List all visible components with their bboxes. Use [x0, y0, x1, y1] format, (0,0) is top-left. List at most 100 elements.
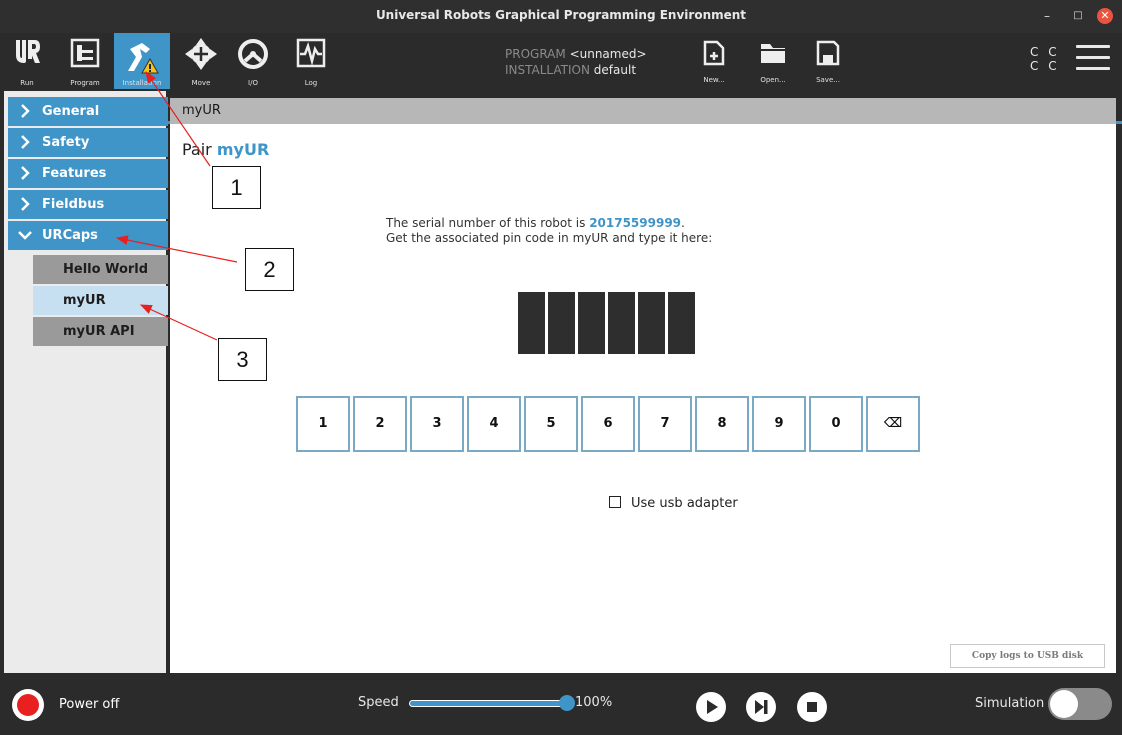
- chevron-right-icon: [21, 135, 30, 149]
- maximize-button[interactable]: □: [1070, 8, 1086, 24]
- sidebar-item-general[interactable]: General: [8, 97, 168, 126]
- sidebar-item-features[interactable]: Features: [8, 159, 168, 188]
- run-tab[interactable]: Run: [6, 33, 48, 89]
- pin-digit-box[interactable]: [548, 292, 575, 354]
- open-button[interactable]: Open...: [753, 36, 793, 86]
- bottom-bar: Power off Speed 100% Simulation: [0, 673, 1122, 735]
- power-button[interactable]: [12, 689, 44, 721]
- close-button[interactable]: ✕: [1097, 8, 1113, 24]
- sidebar-subitem-myur[interactable]: myUR: [33, 286, 168, 315]
- new-button[interactable]: New...: [694, 36, 734, 86]
- new-file-icon: [703, 40, 725, 66]
- copy-logs-button[interactable]: Copy logs to USB disk: [950, 644, 1105, 668]
- key-0[interactable]: 0: [809, 396, 863, 452]
- serial-prefix: The serial number of this robot is: [386, 216, 586, 230]
- log-waveform-icon: [296, 38, 326, 68]
- sidebar-item-label: General: [42, 104, 100, 119]
- program-tab[interactable]: Program: [60, 33, 110, 89]
- move-tab-label: Move: [191, 79, 211, 87]
- move-arrows-icon: [185, 38, 217, 70]
- pin-digit-box[interactable]: [608, 292, 635, 354]
- sidebar-item-label: URCaps: [42, 228, 98, 243]
- open-folder-icon: [761, 44, 785, 63]
- sidebar-item-urcaps[interactable]: URCaps: [8, 221, 168, 250]
- pair-title: Pair myUR: [182, 140, 269, 159]
- chevron-down-icon: [18, 231, 32, 240]
- sidebar-item-fieldbus[interactable]: Fieldbus: [8, 190, 168, 219]
- serial-info: The serial number of this robot is 20175…: [386, 216, 712, 246]
- chevron-right-icon: [21, 104, 30, 118]
- installation-key: INSTALLATION: [505, 63, 590, 77]
- chevron-right-icon: [21, 197, 30, 211]
- minimize-button[interactable]: –: [1039, 8, 1055, 24]
- annotation-callout-1: 1: [212, 166, 261, 209]
- speed-slider-track[interactable]: [409, 700, 567, 707]
- annotation-callout-3: 3: [218, 338, 267, 381]
- pair-name: myUR: [216, 140, 270, 159]
- annotation-callout-2: 2: [245, 248, 294, 291]
- key-backspace[interactable]: ⌫: [866, 396, 920, 452]
- cc-status-top: C C: [1030, 45, 1060, 59]
- serial-number: 20175599999: [589, 216, 682, 230]
- key-6[interactable]: 6: [581, 396, 635, 452]
- robot-arm-warning-icon: [128, 43, 159, 74]
- usb-adapter-option[interactable]: Use usb adapter: [609, 496, 738, 511]
- program-key: PROGRAM: [505, 47, 566, 61]
- key-7[interactable]: 7: [638, 396, 692, 452]
- key-8[interactable]: 8: [695, 396, 749, 452]
- log-tab-label: Log: [304, 79, 318, 87]
- speed-value: 100%: [575, 695, 613, 710]
- run-tab-label: Run: [20, 79, 34, 87]
- save-button[interactable]: Save...: [808, 36, 848, 86]
- cc-status-bottom: C C: [1030, 59, 1060, 73]
- sidebar-item-label: Features: [42, 166, 107, 181]
- app-window: Universal Robots Graphical Programming E…: [0, 0, 1122, 735]
- log-tab[interactable]: Log: [288, 33, 334, 89]
- key-2[interactable]: 2: [353, 396, 407, 452]
- usb-adapter-checkbox[interactable]: [609, 496, 621, 508]
- pin-digit-box[interactable]: [638, 292, 665, 354]
- sidebar-item-label: Fieldbus: [42, 197, 105, 212]
- cc-status-icon[interactable]: C C C C: [1030, 45, 1060, 73]
- pin-digit-box[interactable]: [578, 292, 605, 354]
- simulation-toggle[interactable]: [1048, 688, 1112, 720]
- stop-button[interactable]: [797, 692, 827, 722]
- key-1[interactable]: 1: [296, 396, 350, 452]
- speed-slider-handle[interactable]: [559, 695, 575, 711]
- hamburger-menu-icon[interactable]: [1076, 45, 1110, 75]
- window-title: Universal Robots Graphical Programming E…: [375, 8, 747, 22]
- step-button[interactable]: [746, 692, 776, 722]
- sidebar-subitem-myur-api[interactable]: myUR API: [33, 317, 168, 346]
- program-tree-icon: [70, 38, 100, 68]
- key-5[interactable]: 5: [524, 396, 578, 452]
- panel-header: myUR: [170, 98, 1116, 124]
- play-icon: [707, 700, 718, 714]
- sidebar-item-safety[interactable]: Safety: [8, 128, 168, 157]
- step-icon: [755, 700, 768, 714]
- installation-tab-label: Installation: [122, 79, 162, 87]
- key-9[interactable]: 9: [752, 396, 806, 452]
- sidebar-item-label: Safety: [42, 135, 90, 150]
- installation-value: default: [593, 63, 637, 77]
- installation-tab[interactable]: Installation: [114, 33, 170, 89]
- program-value: <unnamed>: [569, 47, 647, 61]
- chevron-right-icon: [21, 166, 30, 180]
- key-4[interactable]: 4: [467, 396, 521, 452]
- pair-prefix: Pair: [182, 140, 212, 159]
- simulation-label: Simulation: [975, 696, 1045, 711]
- new-button-label: New...: [703, 76, 725, 84]
- pin-digit-box[interactable]: [668, 292, 695, 354]
- installation-sidebar: General Safety Features Fieldbus URCaps …: [0, 91, 168, 673]
- serial-suffix: .: [681, 216, 685, 230]
- pin-digit-box[interactable]: [518, 292, 545, 354]
- main-panel: myUR Pair myUR The serial number of this…: [170, 98, 1116, 673]
- move-tab[interactable]: Move: [178, 33, 224, 89]
- speed-label: Speed: [358, 695, 399, 710]
- usb-adapter-label: Use usb adapter: [631, 496, 738, 511]
- save-button-label: Save...: [816, 76, 840, 84]
- key-3[interactable]: 3: [410, 396, 464, 452]
- power-label[interactable]: Power off: [59, 697, 119, 712]
- play-button[interactable]: [696, 692, 726, 722]
- io-tab[interactable]: I/O: [230, 33, 276, 89]
- sidebar-subitem-hello-world[interactable]: Hello World: [33, 255, 168, 284]
